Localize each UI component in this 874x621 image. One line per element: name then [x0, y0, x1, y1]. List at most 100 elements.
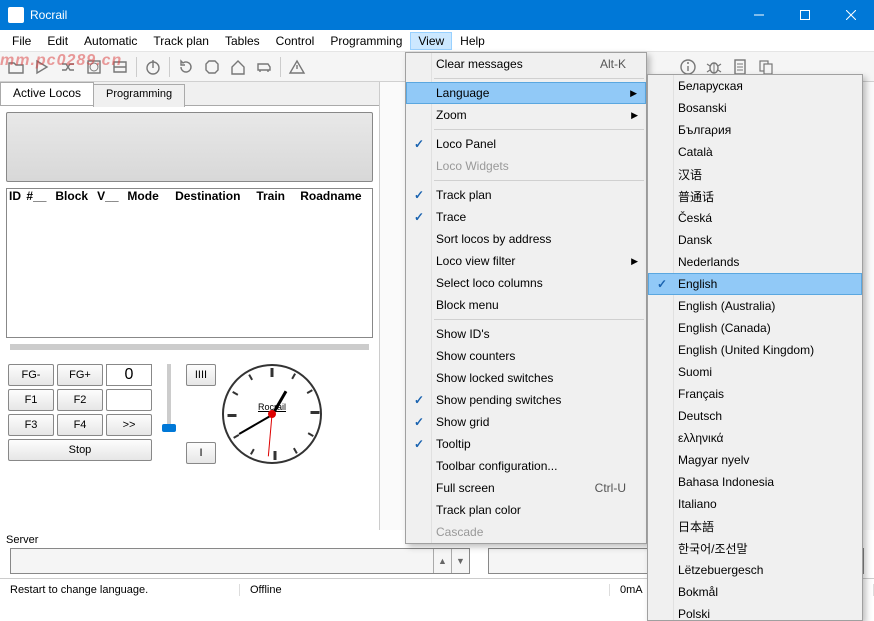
lang-option[interactable]: English (United Kingdom) [648, 339, 862, 361]
menu-item-full-screen[interactable]: Full screenCtrl-U [406, 477, 646, 499]
menu-item-sort-locos-by-address[interactable]: Sort locos by address [406, 228, 646, 250]
menu-automatic[interactable]: Automatic [76, 32, 145, 50]
f3-button[interactable]: F3 [8, 414, 54, 436]
stop-icon[interactable] [200, 55, 224, 79]
lang-option[interactable]: Suomi [648, 361, 862, 383]
menu-track-plan[interactable]: Track plan [145, 32, 217, 50]
menu-item-track-plan[interactable]: ✓Track plan [406, 184, 646, 206]
column-header[interactable]: #__ [23, 189, 50, 203]
column-header[interactable]: Train [251, 189, 289, 203]
menu-item-select-loco-columns[interactable]: Select loco columns [406, 272, 646, 294]
menu-item-show-counters[interactable]: Show counters [406, 345, 646, 367]
forward-button[interactable]: >> [106, 414, 152, 436]
lang-option[interactable]: English (Australia) [648, 295, 862, 317]
lang-option[interactable]: Français [648, 383, 862, 405]
menu-item-loco-view-filter[interactable]: Loco view filter▶ [406, 250, 646, 272]
menu-item-tooltip[interactable]: ✓Tooltip [406, 433, 646, 455]
slider-min-button[interactable]: I [186, 442, 216, 464]
speed-display: 0 [106, 364, 152, 386]
menu-tables[interactable]: Tables [217, 32, 268, 50]
close-button[interactable] [828, 0, 874, 30]
menu-view[interactable]: View [410, 32, 452, 50]
f2-button[interactable]: F2 [57, 389, 103, 411]
lang-option[interactable]: Català [648, 141, 862, 163]
lang-option[interactable]: Nederlands [648, 251, 862, 273]
home-icon[interactable] [226, 55, 250, 79]
server-log-left[interactable]: ▲▼ [10, 548, 470, 574]
lang-option[interactable]: Lëtzebuergesch [648, 559, 862, 581]
menu-item-language[interactable]: Language▶ [406, 82, 646, 104]
open-icon[interactable] [4, 55, 28, 79]
f1-button[interactable]: F1 [8, 389, 54, 411]
menu-item-track-plan-color[interactable]: Track plan color [406, 499, 646, 521]
menu-programming[interactable]: Programming [322, 32, 410, 50]
check-icon: ✓ [414, 437, 424, 451]
lang-option[interactable]: Česká [648, 207, 862, 229]
clock: Rocrail [222, 364, 322, 464]
menu-file[interactable]: File [4, 32, 39, 50]
menu-control[interactable]: Control [268, 32, 323, 50]
lang-option[interactable]: Bahasa Indonesia [648, 471, 862, 493]
menu-item-show-grid[interactable]: ✓Show grid [406, 411, 646, 433]
loco-icon[interactable] [252, 55, 276, 79]
menu-item-show-id-s[interactable]: Show ID's [406, 323, 646, 345]
lang-option[interactable]: Бългаρия [648, 119, 862, 141]
menu-item-clear-messages[interactable]: Clear messagesAlt-K [406, 53, 646, 75]
horizontal-slider[interactable] [10, 344, 369, 350]
lang-option[interactable]: Deutsch [648, 405, 862, 427]
lang-option[interactable]: 普通话 [648, 185, 862, 207]
menu-item-block-menu[interactable]: Block menu [406, 294, 646, 316]
tab-programming[interactable]: Programming [93, 84, 185, 107]
column-header[interactable]: ID [7, 189, 23, 203]
loco-table[interactable]: ID#__BlockV__ModeDestinationTrainRoadnam… [6, 188, 373, 338]
lang-option[interactable]: English (Canada) [648, 317, 862, 339]
lang-option[interactable]: Dansk [648, 229, 862, 251]
speed-slider[interactable] [158, 364, 180, 432]
schedule-icon[interactable] [82, 55, 106, 79]
fg-minus-button[interactable]: FG- [8, 364, 54, 386]
warn-icon[interactable] [285, 55, 309, 79]
menu-item-zoom[interactable]: Zoom▶ [406, 104, 646, 126]
stop-button[interactable]: Stop [8, 439, 152, 461]
loco-image-area [6, 112, 373, 182]
column-header[interactable]: Roadname [290, 189, 372, 203]
column-header[interactable]: V__ [94, 189, 123, 203]
lang-option[interactable]: 한국어/조선말 [648, 537, 862, 559]
menu-item-show-locked-switches[interactable]: Show locked switches [406, 367, 646, 389]
lang-option[interactable]: Bokmål [648, 581, 862, 603]
maximize-button[interactable] [782, 0, 828, 30]
menu-help[interactable]: Help [452, 32, 493, 50]
lang-option[interactable]: ✓English [648, 273, 862, 295]
status-connection: Offline [240, 584, 610, 596]
fg-plus-button[interactable]: FG+ [57, 364, 103, 386]
menu-item-trace[interactable]: ✓Trace [406, 206, 646, 228]
lang-option[interactable]: Polski [648, 603, 862, 621]
f4-button[interactable]: F4 [57, 414, 103, 436]
slider-max-button[interactable]: IIII [186, 364, 216, 386]
column-header[interactable]: Destination [164, 189, 251, 203]
blank-button[interactable] [106, 389, 152, 411]
minimize-button[interactable] [736, 0, 782, 30]
lang-option[interactable]: Italiano [648, 493, 862, 515]
tabs: Active Locos Programming [0, 82, 379, 106]
menu-item-loco-panel[interactable]: ✓Loco Panel [406, 133, 646, 155]
lang-option[interactable]: 汉语 [648, 163, 862, 185]
menu-item-toolbar-configuration-[interactable]: Toolbar configuration... [406, 455, 646, 477]
column-header[interactable]: Mode [122, 189, 164, 203]
random-icon[interactable] [56, 55, 80, 79]
virtual-icon[interactable] [108, 55, 132, 79]
reset-icon[interactable] [174, 55, 198, 79]
go-icon[interactable] [30, 55, 54, 79]
tab-active-locos[interactable]: Active Locos [0, 82, 94, 105]
check-icon: ✓ [414, 188, 424, 202]
chevron-right-icon: ▶ [631, 256, 638, 267]
lang-option[interactable]: Bosanski [648, 97, 862, 119]
power-icon[interactable] [141, 55, 165, 79]
lang-option[interactable]: ελληνικά [648, 427, 862, 449]
column-header[interactable]: Block [50, 189, 94, 203]
lang-option[interactable]: Беларуская [648, 75, 862, 97]
lang-option[interactable]: 日本語 [648, 515, 862, 537]
lang-option[interactable]: Magyar nyelv [648, 449, 862, 471]
menu-item-show-pending-switches[interactable]: ✓Show pending switches [406, 389, 646, 411]
menu-edit[interactable]: Edit [39, 32, 76, 50]
